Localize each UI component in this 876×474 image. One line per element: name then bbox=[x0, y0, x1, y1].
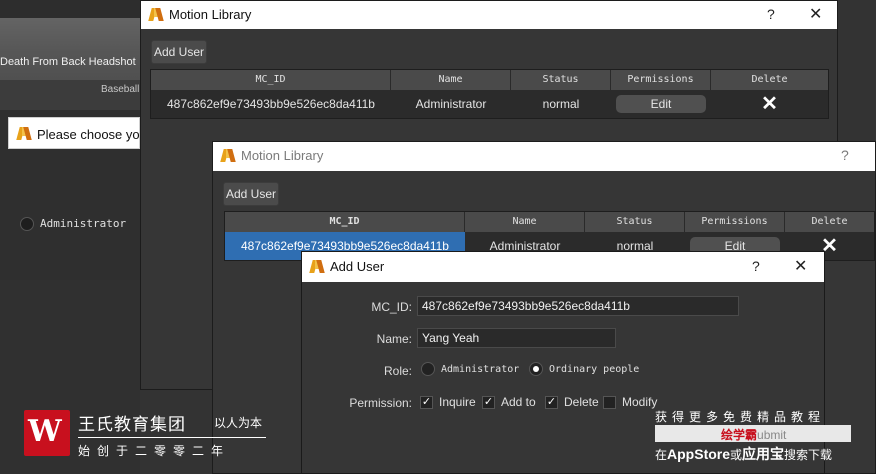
col-status[interactable]: Status bbox=[585, 212, 685, 232]
dialog-title: Add User bbox=[330, 259, 385, 274]
check-icon: ✓ bbox=[482, 395, 495, 409]
app-logo-icon bbox=[221, 148, 237, 162]
promo-appstore: AppStore bbox=[667, 446, 731, 462]
window-titlebar: Motion Library ? ✕ bbox=[141, 1, 837, 29]
name-label: Name: bbox=[376, 332, 412, 346]
watermark-divider bbox=[78, 437, 266, 438]
col-permissions[interactable]: Permissions bbox=[611, 70, 711, 90]
watermark-logo: W bbox=[24, 410, 70, 456]
cell-mc-id[interactable]: 487c862ef9e73493bb9e526ec8da411b bbox=[151, 90, 391, 118]
choose-dialog-text: Please choose yo bbox=[37, 127, 140, 142]
role-admin-label: Administrator bbox=[441, 363, 520, 375]
help-button[interactable]: ? bbox=[841, 147, 849, 163]
admin-radio-bg[interactable]: Administrator bbox=[20, 216, 126, 231]
radio-selected-icon bbox=[529, 362, 543, 376]
edit-button[interactable]: Edit bbox=[616, 95, 706, 113]
app-logo-icon bbox=[17, 126, 33, 140]
promo-text-c: 或 bbox=[730, 448, 743, 462]
watermark-since: 始创于二零零二年 bbox=[78, 444, 231, 458]
radio-icon bbox=[20, 216, 34, 231]
perm-modify-checkbox[interactable]: Modify bbox=[603, 395, 657, 409]
col-status[interactable]: Status bbox=[511, 70, 611, 90]
perm-add-checkbox[interactable]: ✓ Add to bbox=[482, 395, 536, 409]
category-label: Baseball bbox=[101, 84, 140, 95]
watermark-promo-bar: 绘学霸ubmit bbox=[655, 425, 851, 442]
perm-delete-checkbox[interactable]: ✓ Delete bbox=[545, 395, 599, 409]
check-icon: ✓ bbox=[545, 395, 558, 409]
col-mc-id[interactable]: MC_ID bbox=[225, 212, 465, 232]
help-button[interactable]: ? bbox=[767, 6, 775, 22]
col-mc-id[interactable]: MC_ID bbox=[151, 70, 391, 90]
col-delete[interactable]: Delete bbox=[785, 212, 874, 232]
perm-inquire-label: Inquire bbox=[439, 395, 476, 409]
role-ordinary-radio[interactable]: Ordinary people bbox=[529, 362, 639, 376]
col-name[interactable]: Name bbox=[391, 70, 511, 90]
table-header: MC_ID Name Status Permissions Delete bbox=[225, 212, 874, 232]
check-icon: ✓ bbox=[420, 395, 433, 409]
promo-bar-suffix: ubmit bbox=[757, 428, 787, 442]
viewport-toolbar bbox=[0, 0, 140, 18]
app-logo-icon bbox=[149, 7, 165, 21]
cell-delete: ✕ bbox=[711, 90, 828, 118]
watermark-download: 在AppStore或应用宝搜索下载 bbox=[655, 444, 832, 464]
window-title: Motion Library bbox=[241, 148, 324, 163]
delete-icon[interactable]: ✕ bbox=[761, 93, 778, 115]
table-row[interactable]: 487c862ef9e73493bb9e526ec8da411b Adminis… bbox=[151, 90, 828, 118]
animation-caption: Death From Back Headshot bbox=[0, 56, 136, 68]
perm-modify-label: Modify bbox=[622, 395, 658, 409]
add-user-button[interactable]: Add User bbox=[223, 182, 279, 206]
perm-delete-label: Delete bbox=[564, 395, 599, 409]
promo-text-a: 在 bbox=[655, 448, 668, 462]
promo-yingyongbao: 应用宝 bbox=[742, 446, 785, 462]
role-ordinary-label: Ordinary people bbox=[549, 363, 640, 375]
help-button[interactable]: ? bbox=[752, 258, 760, 274]
cell-permissions: Edit bbox=[611, 90, 711, 118]
close-icon[interactable]: ✕ bbox=[809, 4, 822, 24]
name-field[interactable]: Yang Yeah bbox=[417, 328, 616, 348]
close-icon[interactable]: ✕ bbox=[794, 256, 807, 276]
role-admin-radio[interactable]: Administrator bbox=[421, 362, 519, 376]
perm-add-label: Add to bbox=[501, 395, 536, 409]
col-name[interactable]: Name bbox=[465, 212, 585, 232]
radio-icon bbox=[421, 362, 435, 376]
permission-label: Permission: bbox=[349, 396, 412, 410]
mc-id-label: MC_ID: bbox=[371, 300, 412, 314]
unchecked-box-icon bbox=[603, 395, 616, 409]
choose-dialog: Please choose yo bbox=[8, 117, 140, 149]
col-permissions[interactable]: Permissions bbox=[685, 212, 785, 232]
window-titlebar: Motion Library ? bbox=[213, 142, 875, 171]
watermark-slogan: 以人为本 bbox=[214, 416, 263, 430]
users-table: MC_ID Name Status Permissions Delete 487… bbox=[150, 69, 829, 119]
app-logo-icon bbox=[310, 259, 326, 273]
mc-id-field[interactable]: 487c862ef9e73493bb9e526ec8da411b bbox=[417, 296, 739, 316]
dialog-titlebar: Add User ? ✕ bbox=[302, 252, 824, 282]
watermark-org-name: 王氏教育集团 bbox=[78, 415, 186, 434]
promo-bar-brand: 绘学霸 bbox=[721, 428, 758, 442]
role-label: Role: bbox=[383, 364, 412, 378]
add-user-button[interactable]: Add User bbox=[151, 40, 207, 64]
cell-name[interactable]: Administrator bbox=[391, 90, 511, 118]
window-title: Motion Library bbox=[169, 7, 252, 22]
watermark-promo: 获得更多免费精品教程 bbox=[655, 410, 826, 424]
perm-inquire-checkbox[interactable]: ✓ Inquire bbox=[420, 395, 476, 409]
cell-status[interactable]: normal bbox=[511, 90, 611, 118]
col-delete[interactable]: Delete bbox=[711, 70, 828, 90]
promo-text-e: 搜索下载 bbox=[784, 448, 833, 462]
radio-label: Administrator bbox=[40, 217, 127, 231]
table-header: MC_ID Name Status Permissions Delete bbox=[151, 70, 828, 90]
